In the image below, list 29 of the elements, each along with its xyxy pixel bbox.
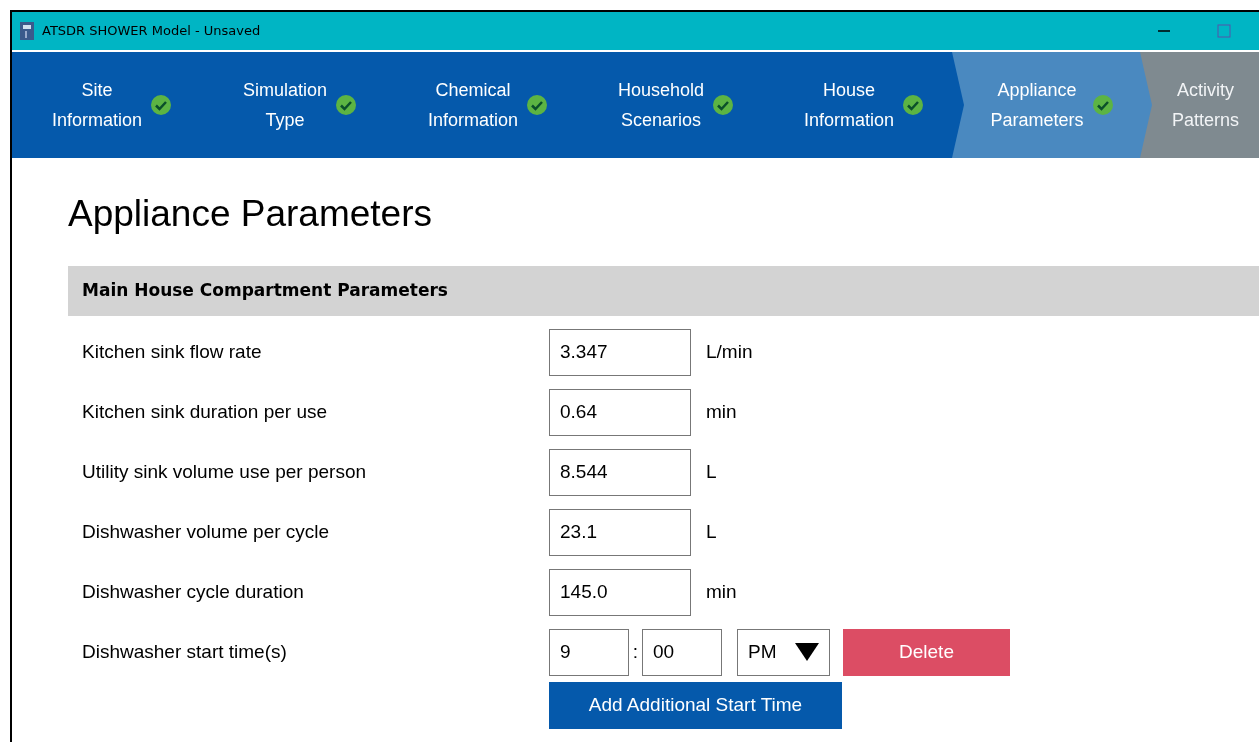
unit-label: L [706, 519, 717, 544]
unit-label: min [706, 399, 737, 424]
chevron-icon [1140, 52, 1152, 158]
field-label: Utility sink volume use per person [82, 459, 368, 484]
value-field[interactable]: 3.347 [549, 328, 691, 376]
field-label: Kitchen sink duration per use [82, 399, 329, 424]
delete-button[interactable]: Delete [843, 628, 1010, 676]
unit-label: L [706, 459, 717, 484]
value-field[interactable]: 0.64 [549, 388, 691, 436]
window-title: ATSDR SHOWER Model - Unsaved [42, 22, 261, 41]
field-label: Dishwasher cycle duration [82, 579, 305, 604]
field-label: Dishwasher volume per cycle [82, 519, 331, 544]
time-separator: : [631, 639, 640, 664]
hour-field[interactable]: 9 [549, 628, 629, 676]
value-field[interactable]: 23.1 [549, 508, 691, 556]
page-title: Appliance Parameters [68, 192, 434, 236]
minute-field[interactable]: 00 [642, 628, 722, 676]
ampm-dropdown[interactable]: PM [737, 628, 830, 676]
value-field[interactable]: 8.544 [549, 448, 691, 496]
add-start-time-button[interactable]: Add Additional Start Time [549, 682, 842, 729]
unit-label: L/min [706, 339, 753, 364]
value-field[interactable]: 145.0 [549, 568, 691, 616]
chevron-icon [952, 52, 964, 158]
caret-icon [795, 643, 819, 661]
unit-label: min [706, 579, 737, 604]
app-icon [20, 22, 34, 40]
field-label: Dishwasher start time(s) [82, 639, 288, 664]
section-header: Main House Compartment Parameters [68, 266, 1259, 316]
field-label: Kitchen sink flow rate [82, 339, 263, 364]
